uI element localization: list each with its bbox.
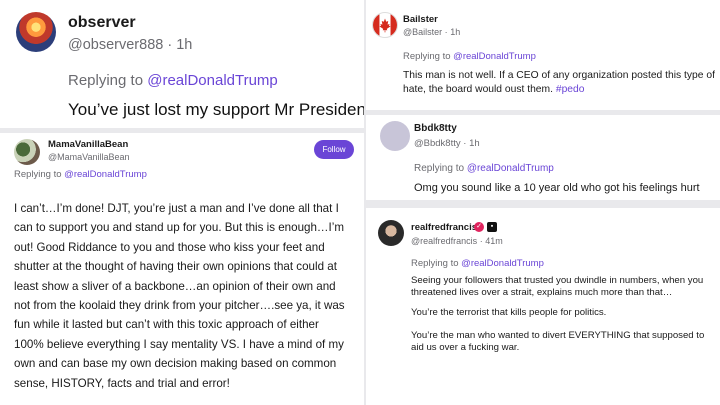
avatar[interactable] — [378, 220, 404, 246]
reply-card-bbdk8tty: Bbdk8tty @Bbdk8tty · 1h Replying to @rea… — [366, 115, 720, 200]
display-name[interactable]: MamaVanillaBean — [48, 139, 128, 150]
reply-text: I can’t…I’m done! DJT, you’re just a man… — [14, 199, 356, 393]
handle-and-time: @realfredfrancis · 41m — [411, 236, 503, 246]
reply-card-realfredfrancis: realfredfrancis ✓ ▪ @realfredfrancis · 4… — [366, 208, 720, 405]
reply-paragraph: You’re the man who wanted to divert EVER… — [411, 330, 705, 354]
follow-button[interactable]: Follow — [314, 140, 354, 159]
replying-prefix: Replying to — [414, 163, 467, 174]
text-line: sense, HISTORY, facts and trial and erro… — [14, 376, 230, 390]
reply-paragraph: You’re the terrorist that kills people f… — [411, 307, 607, 318]
display-name[interactable]: realfredfrancis — [411, 222, 477, 233]
replying-to: Replying to @realDonaldTrump — [14, 169, 147, 180]
hashtag-link[interactable]: #pedo — [556, 84, 585, 95]
reply-text: This man is not well. If a CEO of any or… — [403, 69, 715, 97]
text-line: least show a sliver of a backbone…an opi… — [14, 279, 336, 293]
reply-text: Omg you sound like a 10 year old who got… — [414, 182, 700, 194]
reply-paragraph: Seeing your followers that trusted you d… — [411, 275, 704, 299]
text-line: I can’t…I’m done! DJT, you’re just a man… — [14, 202, 339, 215]
display-name[interactable]: Bailster — [403, 14, 438, 25]
separator: · — [444, 27, 448, 37]
handle[interactable]: @MamaVanillaBean — [48, 152, 130, 162]
timestamp[interactable]: 1h — [176, 37, 192, 53]
text-line: shutter at the thought of having their o… — [14, 260, 337, 274]
mention-link[interactable]: @realDonaldTrump — [64, 169, 147, 180]
handle[interactable]: @observer888 — [68, 37, 163, 53]
avatar[interactable] — [14, 139, 40, 165]
handle-and-time: @Bbdk8tty · 1h — [414, 138, 480, 149]
separator: · — [463, 138, 467, 149]
handle-and-time: @Bailster · 1h — [403, 27, 460, 37]
reply-card-mamavanillabean: MamaVanillaBean @MamaVanillaBean Follow … — [0, 133, 364, 405]
avatar[interactable] — [372, 12, 398, 38]
separator: · — [479, 236, 483, 246]
handle[interactable]: @Bbdk8tty — [414, 138, 461, 149]
affiliate-badge-icon: ▪ — [487, 222, 497, 232]
text-line: not from the koolaid they drink from you… — [14, 299, 345, 313]
display-name[interactable]: Bbdk8tty — [414, 123, 457, 134]
handle[interactable]: @Bailster — [403, 27, 442, 37]
text-line: own and can base my own decision making … — [14, 357, 337, 371]
timestamp[interactable]: 1h — [450, 27, 460, 37]
reply-card-observer: observer @observer888 · 1h Replying to @… — [0, 0, 364, 128]
replying-to: Replying to @realDonaldTrump — [414, 163, 554, 174]
mention-link[interactable]: @realDonaldTrump — [467, 163, 554, 174]
text-line: fun while it lasted but can’t with this … — [14, 318, 319, 332]
handle-and-time: @observer888 · 1h — [68, 37, 192, 53]
text-line: out! Good Riddance to you and those who … — [14, 240, 325, 254]
reply-text: You’ve just lost my support Mr President… — [68, 100, 364, 119]
replying-prefix: Replying to — [403, 51, 454, 62]
text-line: can to support you and stand up for you.… — [14, 221, 344, 235]
mention-link[interactable]: @realDonaldTrump — [453, 51, 536, 62]
display-name[interactable]: observer — [68, 14, 136, 32]
avatar[interactable] — [16, 12, 56, 52]
replying-prefix: Replying to — [411, 258, 462, 269]
mention-link[interactable]: @realDonaldTrump — [461, 258, 544, 269]
verified-badge-icon: ✓ — [474, 222, 484, 232]
replying-prefix: Replying to — [14, 169, 65, 180]
replying-to: Replying to @realDonaldTrump — [411, 258, 544, 269]
replying-prefix: Replying to — [68, 72, 148, 89]
canada-flag-icon — [373, 13, 397, 37]
replying-to: Replying to @realDonaldTrump — [68, 72, 278, 89]
replying-to: Replying to @realDonaldTrump — [403, 51, 536, 62]
reply-card-bailster: Bailster @Bailster · 1h Replying to @rea… — [366, 0, 720, 110]
handle[interactable]: @realfredfrancis — [411, 236, 477, 246]
separator: · — [167, 37, 173, 53]
avatar[interactable] — [380, 121, 410, 151]
mention-link[interactable]: @realDonaldTrump — [147, 72, 278, 89]
timestamp[interactable]: 1h — [469, 138, 480, 149]
text-line: 100% believe everything I say mentality … — [14, 337, 344, 351]
timestamp[interactable]: 41m — [485, 236, 503, 246]
